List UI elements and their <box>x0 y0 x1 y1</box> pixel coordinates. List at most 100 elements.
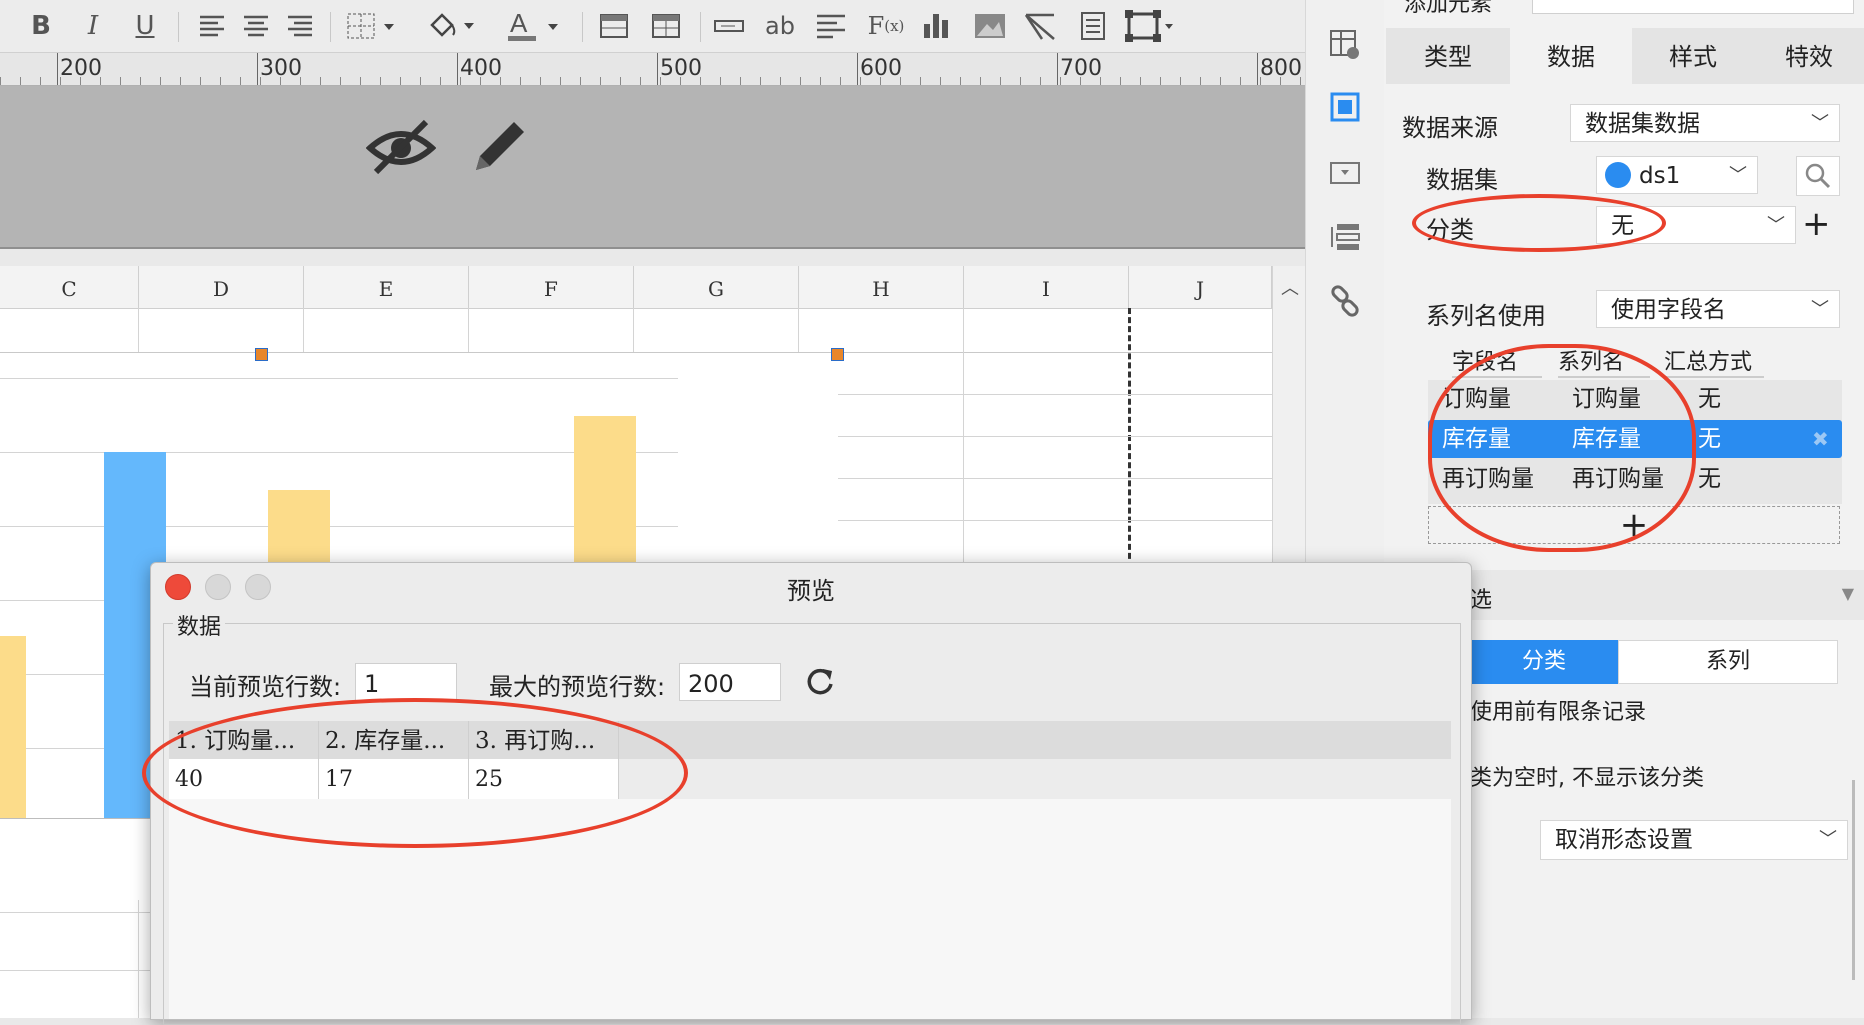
hide-eye-icon[interactable] <box>365 116 437 182</box>
data-source-value: 数据集数据 <box>1585 111 1700 137</box>
tab-data[interactable]: 数据 <box>1510 28 1632 84</box>
filter-tab-series[interactable]: 系列 <box>1618 640 1838 684</box>
column-header-f[interactable]: F <box>469 266 634 308</box>
merge-cells-icon[interactable] <box>598 10 630 42</box>
series-name-select[interactable]: 使用字段名 ﹀ <box>1596 290 1840 328</box>
column-header-g[interactable]: G <box>634 266 799 308</box>
delete-row-icon[interactable]: ✖ <box>1812 420 1829 458</box>
ruler-mark: 500 <box>660 56 702 81</box>
text-ab-icon[interactable]: ab <box>762 10 798 42</box>
formula-icon[interactable]: F (x) <box>866 10 906 42</box>
preview-cell[interactable]: 25 <box>469 759 619 799</box>
series-row-series: 订购量 <box>1572 386 1641 412</box>
series-row-agg: 无 <box>1698 466 1721 492</box>
morph-select[interactable]: 取消形态设置 ﹀ <box>1540 820 1848 860</box>
scroll-up-icon[interactable]: ︿ <box>1281 274 1299 300</box>
text-field-icon[interactable] <box>712 10 746 42</box>
max-rows-input[interactable]: 200 <box>679 663 781 701</box>
widget-icon[interactable] <box>1328 156 1362 190</box>
ruler-mark: 300 <box>260 56 302 81</box>
morph-value: 取消形态设置 <box>1555 827 1693 853</box>
series-row[interactable]: 再订购量 再订购量 无 <box>1428 460 1842 498</box>
panel-scrollbar[interactable] <box>1852 780 1855 980</box>
preview-col-header[interactable]: 1. 订购量... <box>169 721 319 759</box>
paragraph-icon[interactable] <box>814 10 848 42</box>
edit-pencil-icon[interactable] <box>468 114 532 182</box>
series-row-agg: 无 <box>1698 386 1721 412</box>
category-value: 无 <box>1611 213 1634 239</box>
preview-col-header[interactable]: 2. 库存量... <box>319 721 469 759</box>
tab-effects[interactable]: 特效 <box>1754 28 1864 84</box>
font-color-icon[interactable]: A <box>504 10 566 42</box>
series-name-label: 系列名使用 <box>1426 302 1546 330</box>
align-right-icon[interactable] <box>284 10 316 42</box>
column-header-d[interactable]: D <box>139 266 304 308</box>
chevron-down-icon: ﹀ <box>1811 299 1829 320</box>
add-series-button[interactable]: + <box>1428 506 1840 544</box>
search-button[interactable] <box>1796 156 1840 196</box>
current-rows-input[interactable]: 1 <box>355 663 457 701</box>
border-icon[interactable] <box>344 10 400 42</box>
category-select[interactable]: 无 ﹀ <box>1596 206 1796 244</box>
data-source-select[interactable]: 数据集数据 ﹀ <box>1570 104 1840 142</box>
add-element-label: 添加元素 <box>1404 0 1493 17</box>
series-name-value: 使用字段名 <box>1611 297 1726 323</box>
series-row-series: 库存量 <box>1572 426 1641 452</box>
column-header-j[interactable]: J <box>1129 266 1272 308</box>
chevron-down-icon: ﹀ <box>1767 215 1785 236</box>
column-header-i[interactable]: I <box>964 266 1129 308</box>
preview-cell[interactable]: 17 <box>319 759 469 799</box>
filter-section-header[interactable]: 选 ▼ <box>1470 570 1864 620</box>
sub-report-icon[interactable] <box>1076 10 1110 42</box>
frame-icon[interactable] <box>1124 10 1176 42</box>
preview-table-row[interactable]: 40 17 25 <box>169 759 619 800</box>
series-row[interactable]: 订购量 订购量 无 <box>1428 380 1842 418</box>
filter-tab-category[interactable]: 分类 <box>1470 640 1618 684</box>
data-source-label: 数据来源 <box>1402 114 1498 142</box>
link-icon[interactable] <box>1328 284 1362 318</box>
preview-col-header[interactable]: 3. 再订购... <box>469 721 619 759</box>
chevron-down-icon: ﹀ <box>1819 829 1837 850</box>
preview-table-empty-area <box>169 799 1451 1019</box>
category-label: 分类 <box>1426 216 1474 244</box>
ruler-mark: 700 <box>1060 56 1102 81</box>
option-hide-empty-category[interactable]: 类为空时, 不显示该分类 <box>1470 760 1704 792</box>
add-category-icon[interactable]: + <box>1802 204 1831 244</box>
series-row-agg: 无 <box>1698 426 1721 452</box>
chart-icon[interactable] <box>920 10 954 42</box>
column-header-c[interactable]: C <box>0 266 139 308</box>
split-cells-icon[interactable] <box>650 10 682 42</box>
format-toolbar: B I U A ab F (x) <box>0 0 1305 53</box>
column-header-e[interactable]: E <box>304 266 469 308</box>
dataset-select[interactable]: ds1 ﹀ <box>1596 156 1758 194</box>
italic-icon[interactable]: I <box>78 10 108 42</box>
fill-color-icon[interactable] <box>424 10 482 42</box>
ruler-mark: 200 <box>60 56 102 81</box>
dataset-label: 数据集 <box>1426 166 1498 194</box>
series-row-selected[interactable]: 库存量 库存量 无 ✖ <box>1428 420 1842 458</box>
underline-icon[interactable]: U <box>130 10 160 42</box>
bold-icon[interactable]: B <box>26 10 56 42</box>
ruler-mark: 400 <box>460 56 502 81</box>
option-limit-records[interactable]: 使用前有限条记录 <box>1470 694 1646 726</box>
cell-element-icon[interactable] <box>1328 28 1362 62</box>
refresh-icon[interactable] <box>805 667 835 701</box>
dialog-title: 预览 <box>787 577 835 605</box>
database-icon <box>1605 161 1631 188</box>
hierarchy-icon[interactable] <box>1328 220 1362 254</box>
align-center-icon[interactable] <box>240 10 272 42</box>
tab-style[interactable]: 样式 <box>1632 28 1754 84</box>
data-group-label: 数据 <box>173 609 226 641</box>
column-header-h[interactable]: H <box>799 266 964 308</box>
align-left-icon[interactable] <box>196 10 228 42</box>
dataset-value: ds1 <box>1639 163 1681 189</box>
chevron-down-icon: ﹀ <box>1729 165 1747 186</box>
image-icon[interactable] <box>972 10 1008 42</box>
preview-cell[interactable]: 40 <box>169 759 319 799</box>
tab-type[interactable]: 类型 <box>1386 28 1510 84</box>
add-element-select[interactable] <box>1532 0 1854 14</box>
chart-property-icon[interactable] <box>1328 90 1362 124</box>
page-break-line <box>1128 308 1131 568</box>
chevron-down-icon: ﹀ <box>1811 113 1829 134</box>
slash-line-icon[interactable] <box>1024 10 1058 42</box>
